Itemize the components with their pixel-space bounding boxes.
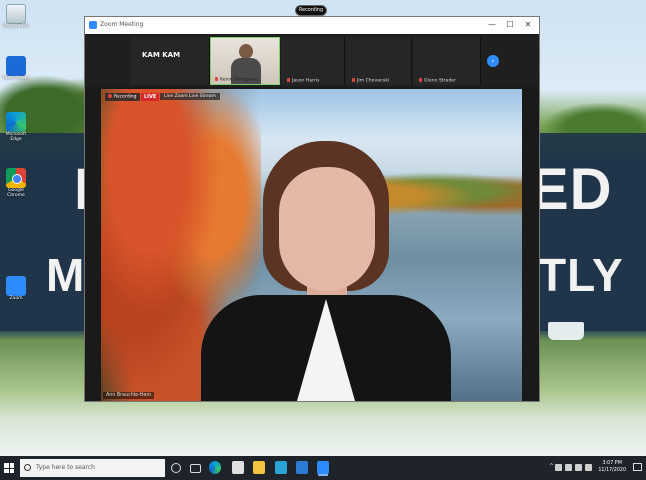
active-speaker-video[interactable]: Recording LIVE Live Zoom Live Stream Ann… (101, 89, 522, 401)
teamviewer-icon (6, 56, 26, 76)
participant-name: Glenn Strader (419, 77, 456, 83)
taskbar-search-input[interactable]: Type here to search (20, 459, 165, 477)
desktop-icon-teamviewer[interactable]: TeamViewer (2, 56, 30, 81)
desktop-icon-chrome[interactable]: Google Chrome (2, 168, 30, 198)
volume-icon[interactable] (565, 464, 572, 471)
desktop-icon-recycle-bin[interactable]: Recycle Bin (2, 4, 30, 29)
network-icon[interactable] (555, 464, 562, 471)
participant-tile-video[interactable]: Kevin Hardgrove (210, 37, 280, 85)
notifications-icon[interactable] (633, 463, 642, 471)
participant-tile[interactable]: Jim Chovanski (346, 37, 412, 85)
clock-date: 11/17/2020 (598, 468, 626, 473)
edge-icon (6, 112, 26, 132)
desktop-icon-label: Zoom (9, 296, 23, 301)
zoom-icon (6, 276, 26, 296)
language-icon[interactable] (585, 464, 592, 471)
taskbar-clock[interactable]: 3:07 PM 11/17/2020 (598, 460, 626, 474)
zoom-taskbar-icon[interactable] (317, 461, 329, 474)
wallpaper-boat (548, 322, 584, 340)
desktop-icon-label: Google Chrome (7, 188, 25, 198)
desktop-icon-label: Microsoft Edge (5, 132, 27, 142)
tray-overflow-icon[interactable]: ^ (549, 463, 554, 470)
speaker-name-label: Ann Brauchle-Hem (103, 392, 155, 399)
muted-mic-icon (215, 76, 218, 81)
participant-name-text: Glenn Strader (424, 78, 456, 83)
live-badge[interactable]: LIVE (141, 93, 160, 101)
participant-name: Jim Chovanski (352, 77, 390, 83)
close-button[interactable]: ✕ (521, 19, 535, 31)
window-title: Zoom Meeting (100, 21, 144, 28)
live-stream-title[interactable]: Live Zoom Live Stream (160, 93, 220, 100)
desktop-icon-edge[interactable]: Microsoft Edge (2, 112, 30, 142)
muted-mic-icon (352, 77, 355, 82)
participant-name-text: Jim Chovanski (357, 78, 390, 83)
start-button[interactable] (4, 463, 14, 473)
record-dot-icon (108, 94, 112, 98)
desktop-icon-zoom[interactable]: Zoom (2, 276, 30, 301)
next-participants-button[interactable]: › (487, 55, 499, 67)
taskbar: Type here to search ^ 3:07 PM 11/17/2020 (0, 456, 646, 480)
search-icon (24, 464, 31, 471)
recording-indicator: Recording (105, 93, 140, 101)
participant-name-text: Jason Harris (292, 78, 320, 83)
mail-icon[interactable] (296, 461, 308, 474)
minimize-button[interactable]: — (485, 19, 499, 31)
muted-mic-icon (419, 77, 422, 82)
participant-tile[interactable]: KAM KAM (130, 37, 210, 85)
desktop-icon-label: Recycle Bin (3, 24, 29, 29)
task-view-icon[interactable] (190, 464, 201, 473)
participant-head (239, 44, 253, 59)
desktop-icon-label: TeamViewer (2, 76, 30, 81)
participant-tile[interactable]: Jason Harris (281, 37, 345, 85)
participant-tile[interactable]: Glenn Strader (413, 37, 481, 85)
participant-name-large: KAM KAM (142, 51, 181, 59)
participant-name: Jason Harris (287, 77, 320, 83)
wallpaper-word-4: TLY (538, 249, 624, 301)
recycle-bin-icon (6, 4, 26, 24)
recording-text: Recording (114, 94, 137, 100)
search-placeholder: Type here to search (36, 464, 95, 471)
speaker-figure (201, 141, 451, 401)
cortana-icon[interactable] (171, 463, 181, 473)
participant-name-text: Kevin Hardgrove (220, 77, 259, 82)
store-icon[interactable] (232, 461, 244, 474)
recording-pill[interactable]: Recording (295, 5, 327, 16)
muted-mic-icon (287, 77, 290, 82)
battery-icon[interactable] (575, 464, 582, 471)
clock-time: 3:07 PM (602, 461, 622, 466)
speaker-face (279, 167, 375, 291)
participant-strip: KAM KAM Kevin Hardgrove Jason Harris Jim… (85, 35, 539, 87)
edge-taskbar-icon[interactable] (209, 461, 221, 474)
zoom-logo-icon (89, 21, 97, 29)
app-icon[interactable] (275, 461, 287, 474)
wallpaper-word-2: ED (530, 157, 613, 222)
zoom-meeting-window[interactable]: Zoom Meeting — ☐ ✕ KAM KAM Kevin Hardgro… (84, 16, 540, 402)
window-titlebar[interactable]: Zoom Meeting — ☐ ✕ (85, 17, 539, 34)
file-explorer-icon[interactable] (253, 461, 265, 474)
maximize-button[interactable]: ☐ (503, 19, 517, 31)
participant-name: Kevin Hardgrove (215, 76, 259, 82)
chrome-icon (6, 168, 26, 188)
